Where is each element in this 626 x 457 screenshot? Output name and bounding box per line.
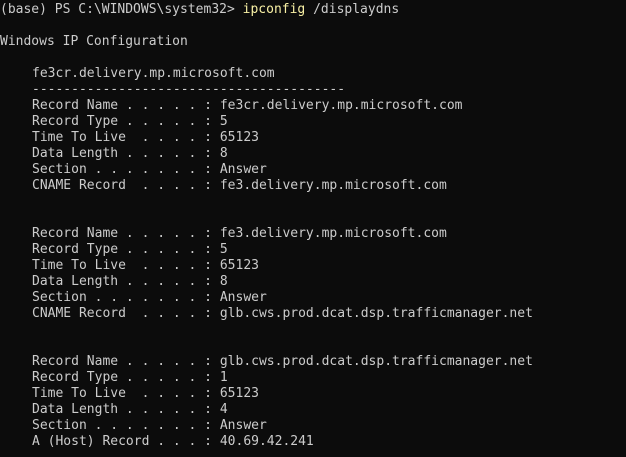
prompt-prefix: (base) PS C:\WINDOWS\system32> xyxy=(0,2,243,17)
record-line: CNAME Record . . . . : glb.cws.prod.dcat… xyxy=(32,306,533,321)
record-line: A (Host) Record . . . : 40.69.42.241 xyxy=(32,434,314,449)
record-line: Data Length . . . . . : 8 xyxy=(32,274,228,289)
dns-record: Record Name . . . . . : fe3cr.delivery.m… xyxy=(0,98,626,194)
record-line: Time To Live . . . . : 65123 xyxy=(32,386,259,401)
record-line: Section . . . . . . . : Answer xyxy=(32,290,267,305)
record-line: Record Type . . . . . : 5 xyxy=(32,114,228,129)
dns-section-title: fe3cr.delivery.mp.microsoft.com xyxy=(32,66,275,81)
record-line: Record Type . . . . . : 5 xyxy=(32,242,228,257)
record-line: Section . . . . . . . : Answer xyxy=(32,418,267,433)
record-line: CNAME Record . . . . : fe3.delivery.mp.m… xyxy=(32,178,447,193)
dns-record: Record Name . . . . . : glb.cws.prod.dca… xyxy=(0,354,626,450)
record-line: Record Name . . . . . : glb.cws.prod.dca… xyxy=(32,354,533,369)
record-line: Record Type . . . . . : 1 xyxy=(32,370,228,385)
terminal-window[interactable]: (base) PS C:\WINDOWS\system32> ipconfig … xyxy=(0,0,626,457)
record-line: Time To Live . . . . : 65123 xyxy=(32,130,259,145)
command-name: ipconfig xyxy=(242,2,306,17)
record-line: Data Length . . . . . : 4 xyxy=(32,402,228,417)
record-line: Section . . . . . . . : Answer xyxy=(32,162,267,177)
output-heading: Windows IP Configuration xyxy=(0,34,188,49)
record-line: Data Length . . . . . : 8 xyxy=(32,146,228,161)
separator-line: ---------------------------------------- xyxy=(32,82,346,97)
command-args: /displaydns xyxy=(305,2,400,17)
record-line: Record Name . . . . . : fe3.delivery.mp.… xyxy=(32,226,447,241)
record-line: Time To Live . . . . : 65123 xyxy=(32,258,259,273)
record-line: Record Name . . . . . : fe3cr.delivery.m… xyxy=(32,98,463,113)
dns-record: Record Name . . . . . : fe3.delivery.mp.… xyxy=(0,226,626,322)
prompt-line: (base) PS C:\WINDOWS\system32> ipconfig … xyxy=(0,2,626,18)
